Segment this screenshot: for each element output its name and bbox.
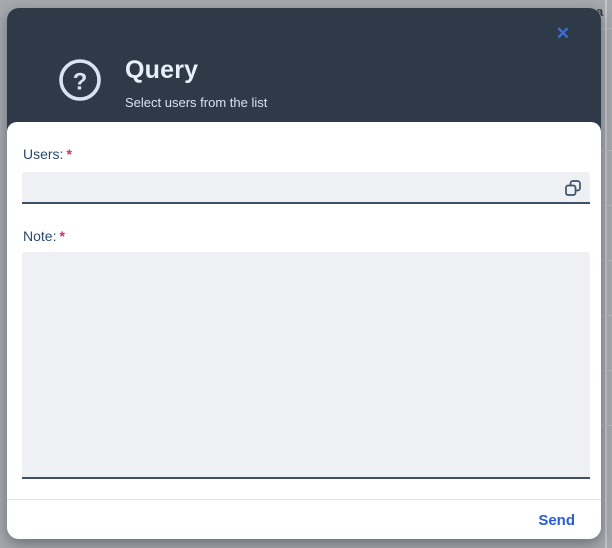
dialog-subtitle: Select users from the list [125,95,268,110]
users-required-asterisk: * [66,146,72,162]
dialog-body: Users: * Note: * [7,122,601,539]
background-page-row-line [600,28,612,29]
close-icon[interactable]: ✕ [551,22,575,46]
note-required-asterisk: * [59,228,65,244]
dialog-header: ✕ ? Query Select users from the list [7,8,601,130]
copy-select-icon[interactable] [564,179,582,197]
dialog-header-text: Query Select users from the list [125,56,267,110]
note-label-text: Note: [23,228,57,244]
background-page-row-line [600,425,612,426]
note-label: Note: * [23,228,65,244]
dialog-footer: Send [7,499,601,539]
background-page-row-line [600,205,612,206]
dialog-title: Query [125,56,199,84]
background-page-row-line [600,315,612,316]
users-label: Users: * [23,146,72,162]
background-page-row-line [600,370,612,371]
users-input[interactable] [22,172,590,204]
send-button[interactable]: Send [536,504,577,537]
note-textarea[interactable] [22,252,590,479]
query-dialog: ✕ ? Query Select users from the list Use… [7,8,601,539]
background-page-row-line [600,260,612,261]
background-page-row-line [600,150,612,151]
svg-text:?: ? [73,68,88,95]
users-label-text: Users: [23,146,64,162]
background-page-divider-vertical [605,0,607,548]
help-circle-icon: ? [58,58,102,102]
